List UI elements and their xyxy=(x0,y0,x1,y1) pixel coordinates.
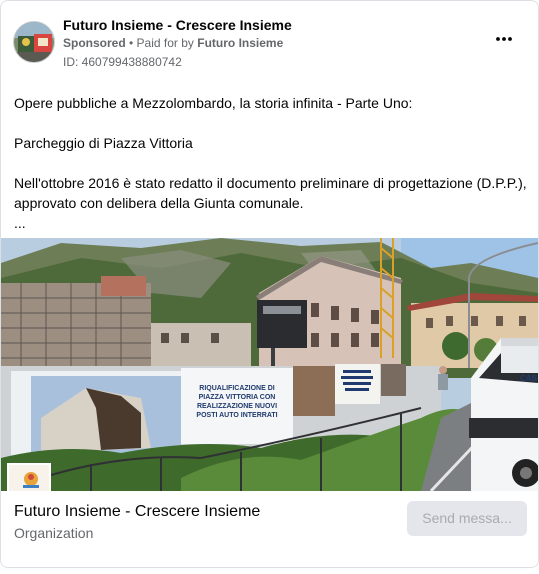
banner-text: PIAZZA VITTORIA CON xyxy=(199,394,276,401)
thumbnail-image xyxy=(9,465,49,491)
page-name-link[interactable]: Futuro Insieme - Crescere Insieme xyxy=(63,17,292,33)
post-text-line: Nell'ottobre 2016 è stato redatto il doc… xyxy=(14,175,527,191)
meta-separator: • xyxy=(125,36,137,50)
post-header: Futuro Insieme - Crescere Insieme Sponso… xyxy=(13,17,526,73)
see-more-ellipsis[interactable]: ... xyxy=(14,213,529,233)
sponsored-label[interactable]: Sponsored xyxy=(63,36,126,50)
footer-page-name[interactable]: Futuro Insieme - Crescere Insieme xyxy=(14,503,260,521)
post-footer: Futuro Insieme - Crescere Insieme Organi… xyxy=(1,491,538,567)
post-text-line: Parcheggio di Piazza Vittoria xyxy=(14,135,193,151)
sponsored-post-card: Futuro Insieme - Crescere Insieme Sponso… xyxy=(0,0,539,568)
construction-site-image: RIQUALIFICAZIONE DI PIAZZA VITTORIA CON … xyxy=(1,238,538,491)
sponsored-meta: Sponsored • Paid for by Futuro Insieme xyxy=(63,36,283,50)
banner-text: REALIZZAZIONE NUOVI xyxy=(197,403,277,410)
payer-name[interactable]: Futuro Insieme xyxy=(197,36,283,50)
ad-id: ID: 460799438880742 xyxy=(63,55,182,69)
post-body-text: Opere pubbliche a Mezzolombardo, la stor… xyxy=(14,93,529,233)
send-message-button[interactable]: Send messa... xyxy=(407,501,527,536)
avatar-image xyxy=(14,22,54,62)
more-options-icon[interactable] xyxy=(492,31,516,47)
more-horizontal-icon xyxy=(496,37,512,41)
footer-category: Organization xyxy=(14,525,94,541)
post-text-line: Opere pubbliche a Mezzolombardo, la stor… xyxy=(14,95,413,111)
post-photo[interactable]: RIQUALIFICAZIONE DI PIAZZA VITTORIA CON … xyxy=(1,238,538,491)
paid-for-label: Paid for by xyxy=(136,36,198,50)
banner-text: POSTI AUTO INTERRATI xyxy=(196,412,277,419)
page-profile-thumbnail[interactable] xyxy=(7,463,51,491)
banner-text: RIQUALIFICAZIONE DI xyxy=(199,385,274,392)
page-avatar[interactable] xyxy=(13,21,55,63)
post-text-line: approvato con delibera della Giunta comu… xyxy=(14,195,304,211)
van-label: CAS xyxy=(520,374,538,383)
